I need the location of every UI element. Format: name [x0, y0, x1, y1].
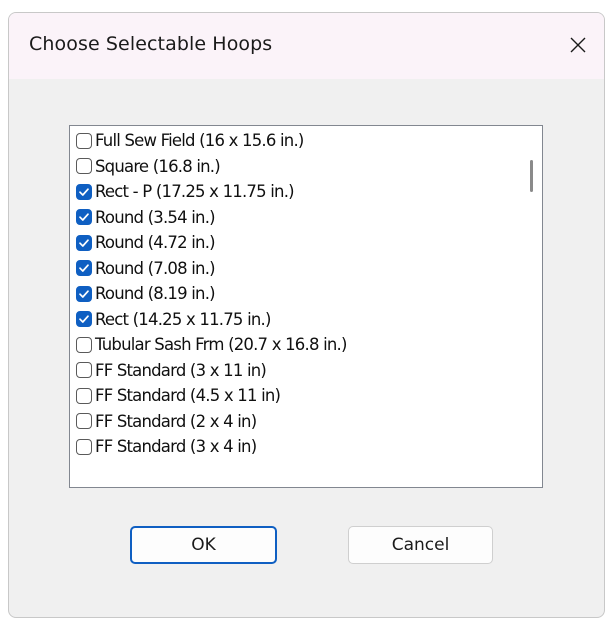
hoop-list-item[interactable]: FF Standard (3 x 4 in) — [76, 434, 516, 460]
ok-button[interactable]: OK — [130, 526, 277, 564]
hoop-label: Round (3.54 in.) — [95, 207, 216, 227]
checkmark-icon — [79, 290, 89, 298]
hoop-label: Tubular Sash Frm (20.7 x 16.8 in.) — [95, 335, 347, 355]
checkmark-icon — [79, 188, 89, 196]
dialog-title: Choose Selectable Hoops — [29, 33, 273, 55]
hoop-checkbox[interactable] — [76, 260, 92, 277]
hoop-checkbox[interactable] — [76, 413, 92, 430]
hoop-list-item[interactable]: Round (7.08 in.) — [76, 256, 516, 282]
hoop-checkbox[interactable] — [76, 336, 92, 353]
hoop-label: FF Standard (4.5 x 11 in) — [95, 386, 281, 406]
hoop-list-item[interactable]: Full Sew Field (16 x 15.6 in.) — [76, 128, 516, 154]
hoop-label: FF Standard (3 x 11 in) — [95, 360, 267, 380]
scrollbar-thumb[interactable] — [530, 160, 533, 192]
hoop-list-item[interactable]: Round (3.54 in.) — [76, 205, 516, 231]
hoop-label: FF Standard (3 x 4 in) — [95, 437, 257, 457]
hoop-checkbox[interactable] — [76, 438, 92, 455]
hoop-list-item[interactable]: FF Standard (3 x 11 in) — [76, 358, 516, 384]
hoop-label: Full Sew Field (16 x 15.6 in.) — [95, 131, 304, 151]
hoop-checkbox[interactable] — [76, 132, 92, 149]
checkmark-icon — [79, 315, 89, 324]
hoop-label: Round (8.19 in.) — [95, 284, 216, 304]
hoop-checkbox[interactable] — [76, 285, 92, 302]
hoop-checkbox[interactable] — [76, 387, 92, 404]
hoops-listbox[interactable]: Full Sew Field (16 x 15.6 in.) Square (16… — [69, 125, 543, 488]
checkmark-icon — [79, 213, 89, 222]
cancel-button[interactable]: Cancel — [348, 526, 493, 564]
hoop-list-item[interactable]: Square (16.8 in.) — [76, 154, 516, 180]
hoop-label: Rect - P (17.25 x 11.75 in.) — [95, 182, 295, 202]
hoop-label: FF Standard (2 x 4 in) — [95, 411, 257, 431]
hoop-label: Square (16.8 in.) — [95, 156, 221, 176]
hoop-label: Rect (14.25 x 11.75 in.) — [95, 309, 271, 329]
hoop-checkbox[interactable] — [76, 362, 92, 379]
checkmark-icon — [79, 264, 89, 273]
vertical-scrollbar[interactable] — [524, 126, 542, 487]
hoop-label: Round (4.72 in.) — [95, 233, 216, 253]
hoops-list: Full Sew Field (16 x 15.6 in.) Square (16… — [76, 128, 516, 460]
hoop-checkbox[interactable] — [76, 158, 92, 175]
hoop-list-item[interactable]: Round (8.19 in.) — [76, 281, 516, 307]
hoop-list-item[interactable]: FF Standard (2 x 4 in) — [76, 409, 516, 435]
hoop-list-item[interactable]: FF Standard (4.5 x 11 in) — [76, 383, 516, 409]
hoop-checkbox[interactable] — [76, 234, 92, 251]
hoop-list-item[interactable]: Rect (14.25 x 11.75 in.) — [76, 307, 516, 333]
close-icon — [570, 37, 586, 53]
title-bar: Choose Selectable Hoops — [9, 13, 604, 79]
hoop-checkbox[interactable] — [76, 183, 92, 200]
hoop-list-item[interactable]: Round (4.72 in.) — [76, 230, 516, 256]
checkmark-icon — [79, 239, 89, 247]
choose-hoops-dialog: Choose Selectable Hoops Full Sew Field (… — [8, 12, 605, 618]
hoop-checkbox[interactable] — [76, 209, 92, 226]
hoop-checkbox[interactable] — [76, 311, 92, 328]
hoop-list-item[interactable]: Rect - P (17.25 x 11.75 in.) — [76, 179, 516, 205]
hoop-list-item[interactable]: Tubular Sash Frm (20.7 x 16.8 in.) — [76, 332, 516, 358]
close-button[interactable] — [556, 21, 600, 69]
hoop-label: Round (7.08 in.) — [95, 258, 216, 278]
